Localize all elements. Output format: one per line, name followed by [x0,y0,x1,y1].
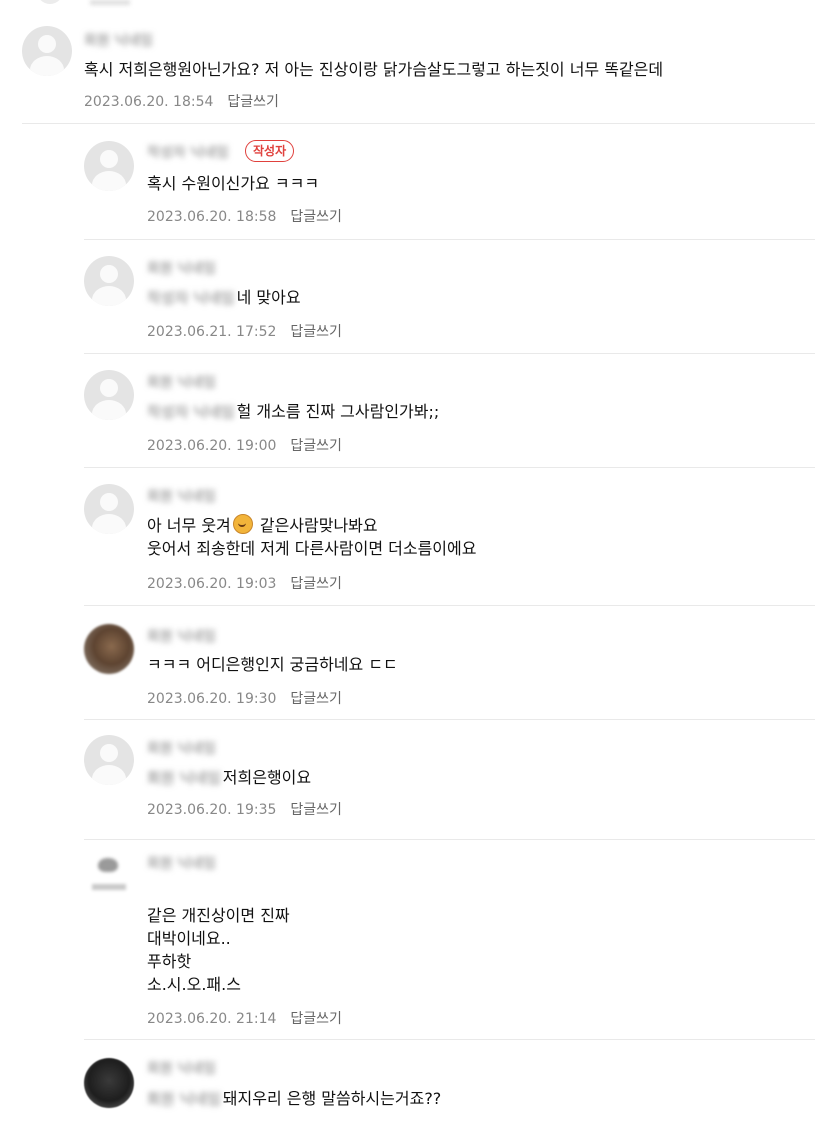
comment-meta: 2023.06.20. 21:14 답글쓰기 [147,1008,342,1028]
comment-text: ㅋㅋㅋ 어디은행인지 궁금하네요 ㄷㄷ [147,655,398,674]
avatar[interactable] [84,1058,134,1108]
comment-date: 2023.06.21. 17:52 [147,324,277,340]
reply-item: 회원 닉네임 작성자 닉네임 헐 개소름 진짜 그사람인가봐;; 2023.06.… [84,354,815,468]
mention-tag[interactable]: 회원 닉네임 [147,767,221,790]
comment-date: 2023.06.20. 19:35 [147,802,277,818]
comment-meta: 2023.06.20. 19:30 답글쓰기 [147,688,342,708]
avatar[interactable] [22,26,72,76]
avatar[interactable] [84,256,134,306]
avatar [36,0,64,4]
comment-body: 같은사람맞나봐요 [254,516,378,535]
reply-item: 회원 닉네임 아 너무 웃겨 같은사람맞나봐요 웃어서 죄송한데 저게 다른사람… [84,468,815,606]
reply-button[interactable]: 답글쓰기 [290,209,342,225]
reply-item: 회원 닉네임 ㅋㅋㅋ 어디은행인지 궁금하네요 ㄷㄷ 2023.06.20. 1… [84,606,815,720]
comment-item: 회원 닉네임 혹시 저희은행원아닌가요? 저 아는 진상이랑 닭가슴살도그렇고 … [22,14,815,124]
mention-tag[interactable]: 회원 닉네임 [147,1088,221,1111]
reply-button[interactable]: 답글쓰기 [290,802,342,818]
nickname[interactable]: 회원 닉네임 [147,1058,216,1078]
reply-button[interactable]: 답글쓰기 [290,576,342,592]
avatar[interactable] [84,370,134,420]
comment-meta: 2023.06.20. 19:00 답글쓰기 [147,435,342,455]
comment-text: 회원 닉네임 돼지우리 은행 말씀하시는거죠?? [147,1087,441,1111]
avatar[interactable] [84,735,134,785]
reply-item: 회원 닉네임 같은 개진상이면 진짜 대박이네요.. 푸하핫 소.시.오.패.스… [84,840,815,1040]
comment-meta: 2023.06.20. 19:35 답글쓰기 [147,799,342,819]
reply-item: 작성자 닉네임 작성자 혹시 수원이신가요 ㅋㅋㅋ 2023.06.20. 18… [84,124,815,240]
reply-button[interactable]: 답글쓰기 [290,438,342,454]
comment-meta: 2023.06.20. 19:03 답글쓰기 [147,573,342,593]
comment-text: 같은 개진상이면 진짜 대박이네요.. 푸하핫 소.시.오.패.스 [147,906,290,994]
mention-tag[interactable]: 작성자 닉네임 [147,401,235,424]
comment-text: 회원 닉네임 저희은행이요 [147,766,311,790]
comment-body: 돼지우리 은행 말씀하시는거죠?? [222,1089,442,1108]
avatar[interactable] [84,850,134,900]
nickname[interactable]: 회원 닉네임 [147,486,216,506]
avatar[interactable] [84,484,134,534]
reply-item: 회원 닉네임 회원 닉네임 저희은행이요 2023.06.20. 19:35 답글쓰… [84,720,815,840]
comment-date: 2023.06.20. 19:30 [147,691,277,707]
avatar[interactable] [84,624,134,674]
reply-button[interactable]: 답글쓰기 [290,691,342,707]
comment-text: 혹시 저희은행원아닌가요? 저 아는 진상이랑 닭가슴살도그렇고 하는짓이 너무… [84,60,664,79]
reply-item: 회원 닉네임 회원 닉네임 돼지우리 은행 말씀하시는거죠?? [84,1040,815,1148]
laughing-emoji-icon [232,514,253,534]
comment-date: 2023.06.20. 18:54 [84,94,214,110]
comment-line: 아 너무 웃겨 같은사람맞나봐요 [147,514,476,537]
comment-body: 아 너무 웃겨 [147,516,231,535]
comment-text: 아 너무 웃겨 같은사람맞나봐요 웃어서 죄송한데 저게 다른사람이면 더소름이… [147,514,476,560]
nickname[interactable]: 작성자 닉네임 [147,142,229,162]
comment-meta: 2023.06.20. 18:58 답글쓰기 [147,206,342,226]
comment-date: 2023.06.20. 21:14 [147,1011,277,1027]
reply-item: 회원 닉네임 작성자 닉네임 네 맞아요 2023.06.21. 17:52 답글쓰… [84,240,815,354]
comment-text: 작성자 닉네임 헐 개소름 진짜 그사람인가봐;; [147,400,439,424]
comment-body: 헐 개소름 진짜 그사람인가봐;; [236,402,440,421]
author-badge: 작성자 [245,140,295,162]
comment-line: 웃어서 죄송한데 저게 다른사람이면 더소름이에요 [147,539,477,558]
nickname[interactable]: 회원 닉네임 [147,372,216,392]
clipped-nickname [90,0,130,5]
reply-button[interactable]: 답글쓰기 [227,94,279,110]
comment-text: 작성자 닉네임 네 맞아요 [147,286,301,310]
avatar[interactable] [84,141,134,191]
comment-date: 2023.06.20. 18:58 [147,209,277,225]
nickname[interactable]: 회원 닉네임 [147,626,216,646]
nickname[interactable]: 회원 닉네임 [84,30,153,50]
comment-body: 저희은행이요 [222,768,312,787]
reply-button[interactable]: 답글쓰기 [290,324,342,340]
nickname[interactable]: 회원 닉네임 [147,258,216,278]
reply-button[interactable]: 답글쓰기 [290,1011,342,1027]
nickname[interactable]: 회원 닉네임 [147,853,216,873]
comment-date: 2023.06.20. 19:00 [147,438,277,454]
comment-meta: 2023.06.20. 18:54 답글쓰기 [84,91,279,111]
mention-tag[interactable]: 작성자 닉네임 [147,287,235,310]
comment-body: 네 맞아요 [236,288,301,307]
comment-text: 혹시 수원이신가요 ㅋㅋㅋ [147,174,320,193]
nickname[interactable]: 회원 닉네임 [147,738,216,758]
comment-date: 2023.06.20. 19:03 [147,576,277,592]
comment-meta: 2023.06.21. 17:52 답글쓰기 [147,321,342,341]
